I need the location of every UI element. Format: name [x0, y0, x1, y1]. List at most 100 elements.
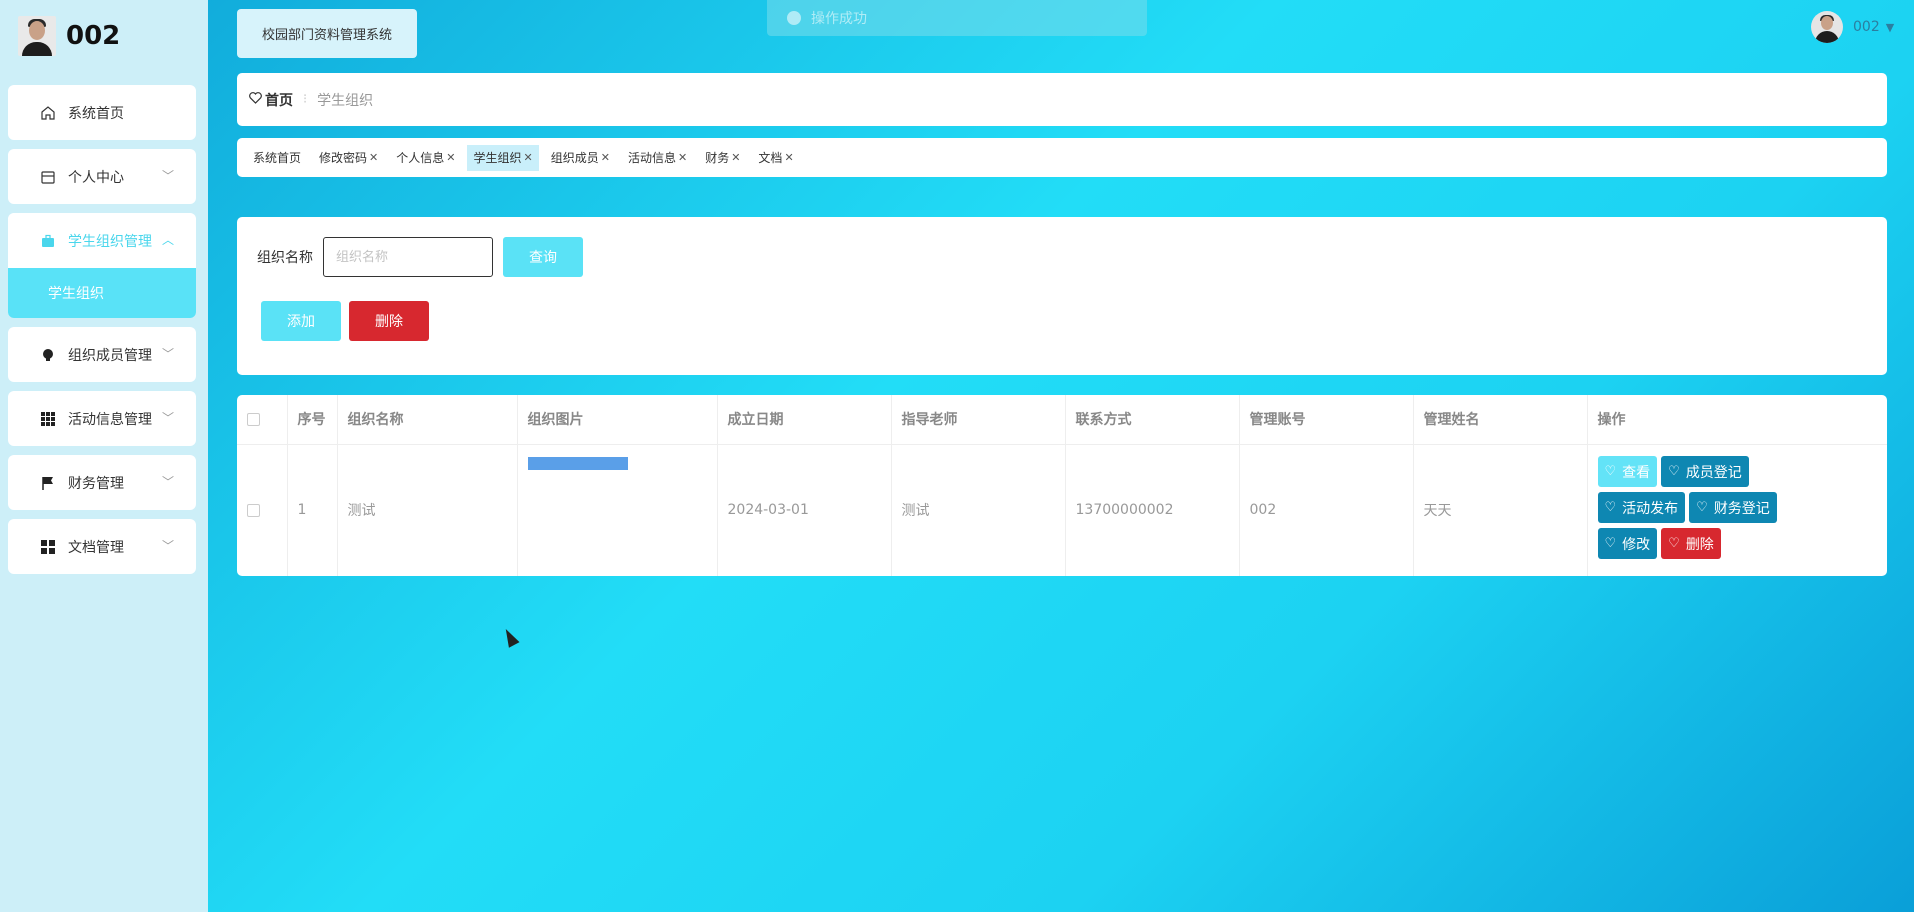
breadcrumb: 首页 ⁝ 学生组织 — [237, 73, 1887, 126]
column-header: 组织名称 — [337, 395, 518, 445]
sidebar: 002 系统首页 个人中心 ﹀ 学生组织管理 ︿ 学生组织 组织成员管理 ﹀ 活… — [0, 0, 208, 912]
sidebar-item-label: 个人中心 — [68, 169, 124, 186]
org-image-thumbnail[interactable] — [527, 456, 628, 470]
apps-icon — [38, 537, 58, 557]
add-button[interactable]: 添加 — [261, 301, 341, 341]
chevron-up-icon: ︿ — [161, 233, 174, 247]
sidebar-item-home[interactable]: 系统首页 — [8, 85, 196, 140]
column-header: 操作 — [1587, 395, 1887, 445]
close-icon[interactable]: ✕ — [601, 151, 610, 164]
close-icon[interactable]: ✕ — [369, 151, 378, 164]
cell-account: 002 — [1239, 444, 1414, 576]
sidebar-item-documents[interactable]: 文档管理 ﹀ — [8, 519, 196, 574]
sidebar-item-label: 系统首页 — [68, 105, 124, 122]
heart-icon: ♡ — [1696, 500, 1708, 516]
tag-bar: 系统首页 修改密码 ✕ 个人信息 ✕ 学生组织 ✕ 组织成员 ✕ 活动信息 ✕ 财务 ✕ 文… — [237, 138, 1887, 177]
success-toast: 操作成功 — [767, 0, 1147, 36]
sidebar-item-activities[interactable]: 活动信息管理 ﹀ — [8, 391, 196, 446]
heart-icon: ♡ — [1668, 536, 1680, 552]
cell-index: 1 — [287, 444, 338, 576]
tag-org[interactable]: 学生组织 ✕ — [467, 144, 539, 171]
org-name-label: 组织名称 — [257, 250, 313, 266]
chevron-down-icon: ﹀ — [161, 539, 174, 553]
view-button[interactable]: ♡ 查看 — [1597, 456, 1658, 488]
column-header: 联系方式 — [1065, 395, 1240, 445]
mouse-cursor — [500, 626, 520, 648]
user-name: 002 — [1853, 19, 1880, 35]
sidebar-item-finance[interactable]: 财务管理 ﹀ — [8, 455, 196, 510]
avatar — [1811, 11, 1843, 43]
sidebar-subitem-org[interactable]: 学生组织 — [8, 268, 196, 318]
column-header: 成立日期 — [717, 395, 892, 445]
breadcrumb-home[interactable]: 首页 — [265, 90, 293, 110]
table-header-row: 序号 组织名称 组织图片 成立日期 指导老师 联系方式 管理账号 管理姓名 操作 — [237, 395, 1887, 445]
activity-publish-button[interactable]: ♡ 活动发布 — [1597, 492, 1686, 524]
tag-documents[interactable]: 文档 ✕ — [752, 145, 799, 171]
cell-org-image — [517, 444, 718, 576]
breadcrumb-current: 学生组织 — [317, 92, 374, 109]
sidebar-item-profile[interactable]: 个人中心 ﹀ — [8, 149, 196, 204]
column-header: 组织图片 — [517, 395, 718, 445]
brand-name: 002 — [66, 21, 121, 51]
data-table: 序号 组织名称 组织图片 成立日期 指导老师 联系方式 管理账号 管理姓名 操作… — [237, 395, 1887, 576]
tag-activities[interactable]: 活动信息 ✕ — [622, 145, 693, 171]
column-header: 管理账号 — [1239, 395, 1414, 445]
tag-home[interactable]: 系统首页 — [247, 145, 307, 171]
org-name-input[interactable] — [323, 237, 493, 277]
flag-icon — [38, 473, 58, 493]
close-icon[interactable]: ✕ — [446, 151, 455, 164]
calendar-icon — [38, 167, 58, 187]
chevron-down-icon: ﹀ — [161, 411, 174, 425]
chevron-down-icon: ﹀ — [161, 347, 174, 361]
query-button[interactable]: 查询 — [503, 237, 583, 277]
breadcrumb-separator: ⁝ — [303, 92, 308, 107]
tag-finance[interactable]: 财务 ✕ — [699, 145, 746, 171]
column-header: 序号 — [287, 395, 338, 445]
heart-icon: ♡ — [1604, 500, 1617, 516]
cell-contact: 13700000002 — [1065, 444, 1240, 576]
edit-button[interactable]: ♡ 修改 — [1597, 528, 1658, 560]
caret-down-icon: ▼ — [1885, 20, 1895, 34]
sidebar-item-members[interactable]: 组织成员管理 ﹀ — [8, 327, 196, 382]
close-icon[interactable]: ✕ — [784, 151, 793, 164]
sidebar-item-label: 组织成员管理 — [68, 347, 152, 364]
member-register-button[interactable]: ♡ 成员登记 — [1661, 456, 1749, 488]
briefcase-icon — [38, 231, 58, 251]
column-header: 指导老师 — [891, 395, 1066, 445]
sidebar-item-label: 活动信息管理 — [68, 411, 152, 428]
sidebar-item-label: 文档管理 — [68, 539, 124, 556]
home-icon — [38, 103, 58, 123]
row-delete-button[interactable]: ♡ 删除 — [1661, 528, 1721, 560]
heart-icon — [249, 91, 262, 108]
bulb-icon — [38, 345, 58, 365]
tag-change-password[interactable]: 修改密码 ✕ — [313, 145, 384, 171]
sidebar-item-org-management[interactable]: 学生组织管理 ︿ — [8, 213, 196, 268]
search-panel: 组织名称 查询 添加 删除 — [237, 217, 1887, 375]
heart-icon: ♡ — [1668, 464, 1680, 480]
table-row: 1 测试 2024-03-01 测试 13700000002 002 天天 ♡ 查… — [237, 444, 1887, 576]
cell-founded-date: 2024-03-01 — [717, 444, 892, 576]
heart-icon: ♡ — [1604, 536, 1617, 552]
system-title: 校园部门资料管理系统 — [237, 9, 417, 58]
heart-icon: ♡ — [1604, 464, 1617, 480]
select-all-cell — [237, 395, 288, 445]
column-header: 管理姓名 — [1413, 395, 1588, 445]
close-icon[interactable]: ✕ — [524, 151, 533, 164]
row-checkbox[interactable] — [247, 503, 260, 517]
cell-teacher: 测试 — [891, 444, 1066, 576]
close-icon[interactable]: ✕ — [678, 151, 687, 164]
select-all-checkbox[interactable] — [247, 412, 260, 426]
finance-register-button[interactable]: ♡ 财务登记 — [1689, 492, 1777, 524]
tag-profile[interactable]: 个人信息 ✕ — [390, 145, 461, 171]
sidebar-menu: 系统首页 个人中心 ﹀ 学生组织管理 ︿ 学生组织 组织成员管理 ﹀ 活动信息管… — [8, 85, 196, 583]
cell-actions: ♡ 查看 ♡ 成员登记 ♡ 活动发布 ♡ 财务登记 ♡ 修改 ♡ 删除 — [1587, 444, 1887, 576]
tag-members[interactable]: 组织成员 ✕ — [545, 145, 616, 171]
close-icon[interactable]: ✕ — [731, 151, 740, 164]
sidebar-group-org: 学生组织管理 ︿ 学生组织 — [8, 213, 196, 318]
chevron-down-icon: ﹀ — [161, 475, 174, 489]
cell-org-name: 测试 — [337, 444, 518, 576]
delete-button[interactable]: 删除 — [349, 301, 429, 341]
user-menu[interactable]: 002 ▼ — [1811, 11, 1894, 43]
row-actions: ♡ 查看 ♡ 成员登记 ♡ 活动发布 ♡ 财务登记 ♡ 修改 ♡ 删除 — [1597, 456, 1838, 564]
sidebar-item-label: 学生组织管理 — [68, 233, 152, 250]
